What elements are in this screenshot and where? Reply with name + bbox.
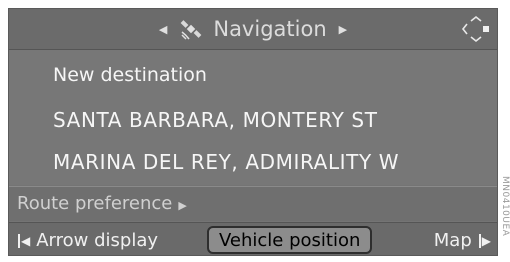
vehicle-position-label: Vehicle position <box>219 229 361 251</box>
menu-item-destination-1[interactable]: SANTA BARBARA, MONTERY ST <box>53 108 378 132</box>
destination-menu: New destination SANTA BARBARA, MONTERY S… <box>9 50 497 185</box>
figure-code: MN0410UEA <box>500 176 510 237</box>
right-triangle-icon: ▶ <box>481 233 491 248</box>
menu-item-new-destination[interactable]: New destination <box>53 64 207 86</box>
bar-icon <box>18 233 20 248</box>
title-row: ◀ Navigation ▶ <box>9 9 497 49</box>
satellite-icon <box>179 18 203 40</box>
arrow-display-label: Arrow display <box>36 230 159 251</box>
controller-directions-icon <box>461 15 491 43</box>
route-preference[interactable]: Route preference ▶ <box>17 193 187 214</box>
menu-item-destination-2[interactable]: MARINA DEL REY, ADMIRALITY W <box>53 150 399 174</box>
map-label: Map <box>433 230 472 251</box>
route-preference-label: Route preference <box>17 193 173 214</box>
vehicle-position-button[interactable]: Vehicle position <box>207 226 373 254</box>
page-title: Navigation <box>213 17 327 41</box>
arrow-display-button[interactable]: ◀ Arrow display <box>11 227 158 254</box>
map-button[interactable]: Map ▶ <box>434 227 491 254</box>
route-arrow-icon: ▶ <box>178 199 187 212</box>
title-prev-arrow-icon[interactable]: ◀ <box>159 23 167 36</box>
navigation-screen: ◀ Navigation ▶ New destination SANTA BAR… <box>8 8 498 256</box>
bottom-bar: ◀ Arrow display Vehicle position Map ▶ <box>9 222 497 255</box>
title-bar: ◀ Navigation ▶ <box>9 9 497 50</box>
left-triangle-icon: ◀ <box>21 233 31 248</box>
title-next-arrow-icon[interactable]: ▶ <box>339 23 347 36</box>
route-preference-row[interactable]: Route preference ▶ <box>9 187 497 221</box>
bar-icon <box>478 233 481 248</box>
